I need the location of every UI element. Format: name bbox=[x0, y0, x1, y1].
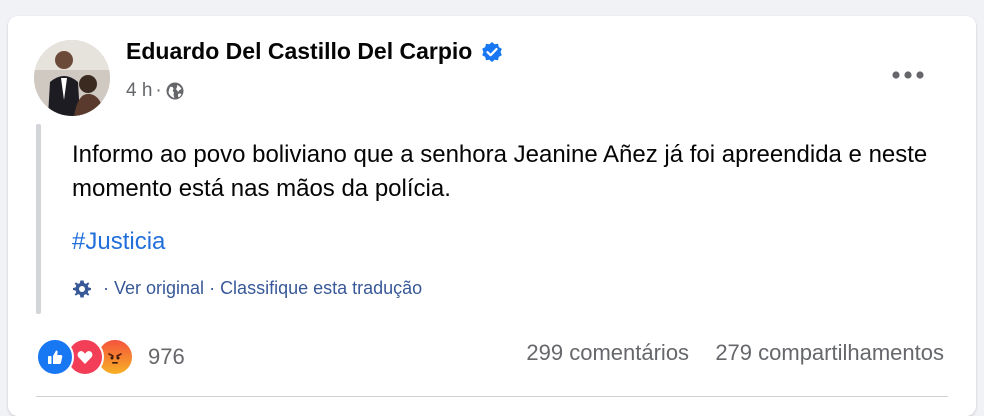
see-original-link[interactable]: Ver original bbox=[114, 278, 204, 299]
engagement-stats: 299 comentários 279 compartilhamentos bbox=[526, 340, 944, 366]
translation-row: · Ver original · Classifique esta traduç… bbox=[72, 278, 422, 299]
shares-count[interactable]: 279 compartilhamentos bbox=[715, 340, 944, 365]
globe-icon[interactable] bbox=[165, 81, 185, 101]
author-name-row: Eduardo Del Castillo Del Carpio bbox=[126, 38, 503, 65]
post-time[interactable]: 4 h bbox=[126, 80, 152, 102]
post-meta: 4 h · bbox=[126, 80, 185, 102]
comments-count[interactable]: 299 comentários bbox=[526, 340, 689, 365]
avatar-photo bbox=[34, 40, 110, 116]
author-avatar[interactable] bbox=[34, 40, 110, 116]
author-name[interactable]: Eduardo Del Castillo Del Carpio bbox=[126, 38, 472, 65]
hashtag-link[interactable]: #Justicia bbox=[72, 228, 165, 256]
actions-divider bbox=[36, 396, 948, 397]
gear-icon[interactable] bbox=[72, 279, 92, 299]
verified-badge-icon bbox=[481, 41, 503, 63]
reaction-count[interactable]: 976 bbox=[148, 344, 185, 370]
translation-quote-bar bbox=[36, 124, 41, 314]
rate-translation-link[interactable]: Classifique esta tradução bbox=[220, 278, 422, 299]
meta-separator: · bbox=[155, 80, 162, 101]
reactions-summary[interactable]: 976 bbox=[36, 338, 185, 376]
more-options-button[interactable] bbox=[886, 60, 930, 90]
more-options-icon bbox=[892, 71, 924, 79]
post-text: Informo ao povo boliviano que a senhora … bbox=[72, 141, 928, 202]
like-reaction-icon bbox=[36, 338, 74, 376]
translation-separator-2: · bbox=[209, 278, 216, 298]
post-card: Eduardo Del Castillo Del Carpio 4 h · In… bbox=[8, 16, 976, 416]
translation-separator: · bbox=[103, 278, 109, 298]
